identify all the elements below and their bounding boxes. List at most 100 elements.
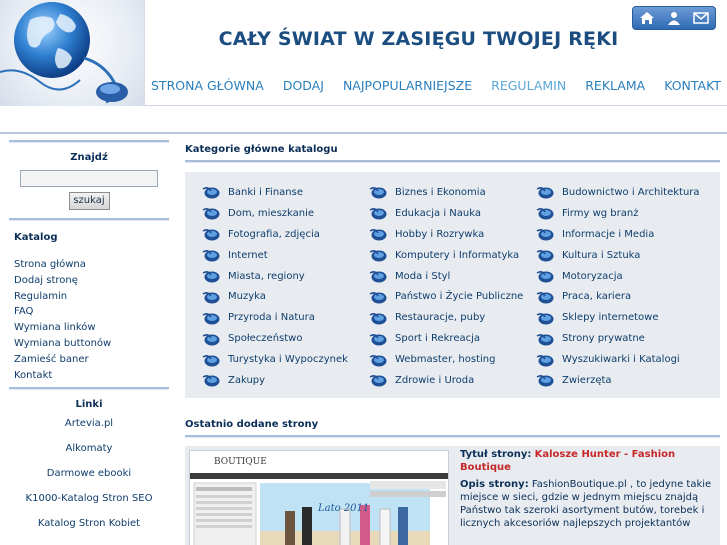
category-label: Turystyka i Wypoczynek	[228, 354, 348, 366]
catalog-link-strona-glowna[interactable]: Strona główna	[14, 257, 169, 273]
search-button[interactable]: szukaj	[68, 192, 110, 210]
catalog-link-regulamin[interactable]: Regulamin	[14, 289, 169, 305]
category-label: Informacje i Media	[562, 228, 655, 240]
catalog-link-faq[interactable]: FAQ	[14, 304, 169, 320]
category-item[interactable]: Zdrowie i Uroda	[369, 370, 536, 391]
category-label: Hobby i Rozrywka	[395, 228, 485, 240]
category-label: Muzyka	[228, 291, 266, 303]
recent-site-info: Tytuł strony: Kalosze Hunter - Fashion B…	[460, 448, 715, 530]
sidebar-rule	[9, 218, 169, 221]
quick-icons-bar	[632, 6, 716, 30]
category-item[interactable]: Wyszukiwarki i Katalogi	[536, 349, 712, 370]
catalog-link-wymiana-buttonow[interactable]: Wymiana buttonów	[14, 336, 169, 352]
category-item[interactable]: Biznes i Ekonomia	[369, 182, 536, 203]
nav-kontakt[interactable]: KONTAKT	[664, 78, 721, 98]
category-bullet-icon	[536, 227, 554, 241]
category-label: Banki i Finanse	[228, 186, 303, 198]
catalog-link-dodaj-strone[interactable]: Dodaj stronę	[14, 273, 169, 289]
link-alkomaty[interactable]: Alkomaty	[9, 437, 169, 462]
category-item[interactable]: Informacje i Media	[536, 224, 712, 245]
category-item[interactable]: Sklepy internetowe	[536, 307, 712, 328]
category-item[interactable]: Turystyka i Wypoczynek	[202, 349, 369, 370]
site-header: CAŁY ŚWIAT W ZASIĘGU TWOJEJ RĘKI STRONA …	[0, 0, 727, 106]
category-item[interactable]: Banki i Finanse	[202, 182, 369, 203]
category-bullet-icon	[536, 185, 554, 199]
category-bullet-icon	[369, 290, 387, 304]
search-input[interactable]	[20, 170, 158, 187]
category-bullet-icon	[202, 185, 220, 199]
category-item[interactable]: Praca, kariera	[536, 286, 712, 307]
category-label: Internet	[228, 249, 268, 261]
category-bullet-icon	[369, 206, 387, 220]
nav-regulamin[interactable]: REGULAMIN	[491, 78, 566, 98]
mail-icon[interactable]	[691, 9, 711, 27]
category-item[interactable]: Budownictwo i Architektura	[536, 182, 712, 203]
category-label: Kultura i Sztuka	[562, 249, 641, 261]
category-item[interactable]: Zakupy	[202, 370, 369, 391]
main-content: Kategorie główne katalogu Banki i Finans…	[185, 140, 720, 545]
category-item[interactable]: Internet	[202, 245, 369, 266]
category-item[interactable]: Sport i Rekreacja	[369, 328, 536, 349]
category-bullet-icon	[202, 353, 220, 367]
category-item[interactable]: Strony prywatne	[536, 328, 712, 349]
link-k1000[interactable]: K1000-Katalog Stron SEO	[9, 487, 169, 512]
category-label: Strony prywatne	[562, 333, 645, 345]
nav-strona-glowna[interactable]: STRONA GŁÓWNA	[151, 78, 264, 98]
category-item[interactable]: Miasta, regiony	[202, 266, 369, 287]
category-item[interactable]: Zwierzęta	[536, 370, 712, 391]
thumb-brand: BOUTIQUE	[214, 457, 267, 467]
link-darmowe-ebooki[interactable]: Darmowe ebooki	[9, 462, 169, 487]
globe-mouse-logo[interactable]	[0, 0, 145, 106]
category-label: Zdrowie i Uroda	[395, 374, 475, 386]
category-item[interactable]: Webmaster, hosting	[369, 349, 536, 370]
category-item[interactable]: Edukacja i Nauka	[369, 203, 536, 224]
category-bullet-icon	[369, 353, 387, 367]
link-katalog-stron-kobiet[interactable]: Katalog Stron Kobiet	[9, 512, 169, 537]
user-icon[interactable]	[664, 9, 684, 27]
link-artevia[interactable]: Artevia.pl	[9, 412, 169, 437]
category-item[interactable]: Kultura i Sztuka	[536, 245, 712, 266]
category-bullet-icon	[202, 311, 220, 325]
header-divider	[0, 132, 727, 134]
catalog-link-zamiesc-baner[interactable]: Zamieść baner	[14, 352, 169, 368]
category-item[interactable]: Społeczeństwo	[202, 328, 369, 349]
categories-grid: Banki i Finanse Biznes i Ekonomia Budownic…	[202, 182, 712, 391]
category-label: Firmy wg branż	[562, 207, 639, 219]
category-item[interactable]: Restauracje, puby	[369, 307, 536, 328]
thumb-banner: Lato 2011	[318, 503, 370, 514]
category-item[interactable]: Motoryzacja	[536, 266, 712, 287]
title-label: Tytuł strony:	[460, 449, 532, 460]
category-item[interactable]: Komputery i Informatyka	[369, 245, 536, 266]
recent-site-box: BOUTIQUE Lato 2011 Tytuł strony: Kalosze…	[185, 446, 720, 545]
nav-reklama[interactable]: REKLAMA	[585, 78, 645, 98]
nav-najpopularniejsze[interactable]: NAJPOPULARNIEJSZE	[343, 78, 472, 98]
category-bullet-icon	[369, 332, 387, 346]
links-list: Artevia.pl Alkomaty Darmowe ebooki K1000…	[9, 412, 169, 536]
category-item[interactable]: Hobby i Rozrywka	[369, 224, 536, 245]
nav-dodaj[interactable]: DODAJ	[283, 78, 324, 98]
catalog-link-kontakt[interactable]: Kontakt	[14, 368, 169, 384]
category-item[interactable]: Firmy wg branż	[536, 203, 712, 224]
category-item[interactable]: Moda i Styl	[369, 266, 536, 287]
category-item[interactable]: Przyroda i Natura	[202, 307, 369, 328]
category-item[interactable]: Fotografia, zdjęcia	[202, 224, 369, 245]
category-bullet-icon	[202, 227, 220, 241]
category-bullet-icon	[536, 353, 554, 367]
category-item[interactable]: Państwo i Życie Publiczne	[369, 286, 536, 307]
site-thumbnail[interactable]: BOUTIQUE Lato 2011	[189, 450, 449, 545]
category-label: Budownictwo i Architektura	[562, 186, 700, 198]
category-bullet-icon	[369, 373, 387, 387]
sidebar: Znajdź szukaj Katalog Strona główna Doda…	[9, 140, 169, 545]
category-bullet-icon	[536, 248, 554, 262]
category-bullet-icon	[202, 269, 220, 283]
category-bullet-icon	[369, 311, 387, 325]
category-label: Zakupy	[228, 374, 266, 386]
home-icon[interactable]	[637, 9, 657, 27]
category-item[interactable]: Muzyka	[202, 286, 369, 307]
category-label: Fotografia, zdjęcia	[228, 228, 320, 240]
category-item[interactable]: Dom, mieszkanie	[202, 203, 369, 224]
category-label: Restauracje, puby	[395, 312, 486, 324]
category-bullet-icon	[536, 373, 554, 387]
sidebar-rule	[9, 140, 169, 143]
catalog-link-wymiana-linkow[interactable]: Wymiana linków	[14, 320, 169, 336]
